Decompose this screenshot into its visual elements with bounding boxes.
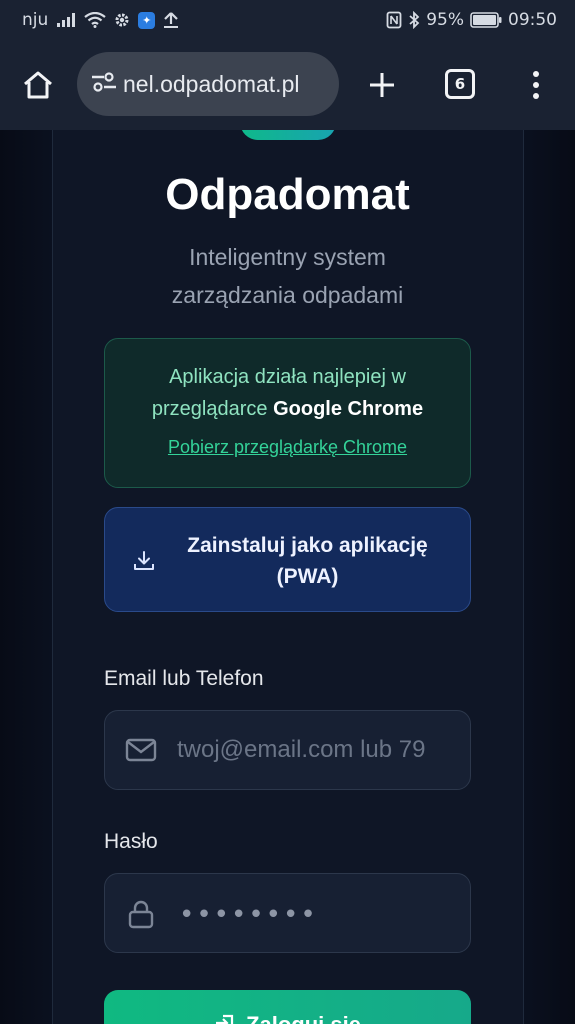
address-bar[interactable]: nel.odpadomat.pl <box>77 52 339 116</box>
install-pwa-label: Zainstaluj jako aplikację (PWA) <box>187 534 428 588</box>
password-label: Hasło <box>104 830 158 853</box>
browser-toolbar: nel.odpadomat.pl 6 <box>0 40 575 130</box>
chrome-notice-line1: Aplikacja działa najlepiej w <box>169 366 406 388</box>
gear-icon <box>114 12 130 28</box>
password-field[interactable]: •••••••• <box>104 873 471 953</box>
upload-icon <box>163 11 179 29</box>
new-tab-button[interactable] <box>362 65 402 105</box>
download-chrome-link[interactable]: Pobierz przeglądarkę Chrome <box>168 437 407 458</box>
status-bar: nju ✦ 95% 09:50 <box>0 0 575 40</box>
login-icon <box>214 1012 236 1024</box>
home-icon <box>24 71 52 99</box>
page-subtitle: Inteligentny system zarządzania odpadami <box>171 244 404 308</box>
install-pwa-button[interactable]: Zainstaluj jako aplikację (PWA) <box>104 507 471 612</box>
chrome-notice: Aplikacja działa najlepiej w przeglądarc… <box>104 338 471 488</box>
email-field-wrapper <box>104 710 471 790</box>
home-button[interactable] <box>18 65 58 105</box>
messenger-icon: ✦ <box>138 11 156 29</box>
email-label: Email lub Telefon <box>104 667 264 690</box>
plus-icon <box>370 73 394 97</box>
tab-switcher-button[interactable]: 6 <box>445 69 475 99</box>
download-icon <box>133 550 155 576</box>
lock-icon <box>125 899 157 933</box>
page-content: Odpadomat Inteligentny system zarządzani… <box>0 130 575 1024</box>
site-settings-icon[interactable] <box>89 70 119 98</box>
url-text: nel.odpadomat.pl <box>123 70 300 97</box>
page-title: Odpadomat <box>165 170 410 219</box>
email-input[interactable] <box>177 711 459 789</box>
logo-badge <box>240 130 336 140</box>
chrome-notice-line2: przeglądarce Google Chrome <box>151 398 424 420</box>
battery-percent: 95% <box>426 10 464 30</box>
signal-icon <box>56 12 76 28</box>
carrier-name: nju <box>22 10 49 30</box>
login-label: Zaloguj się <box>246 1012 361 1024</box>
wifi-icon <box>84 12 106 28</box>
login-button[interactable]: Zaloguj się <box>104 990 471 1024</box>
mail-icon <box>125 736 157 768</box>
password-value: •••••••• <box>179 900 318 930</box>
bluetooth-icon <box>408 11 420 29</box>
battery-icon <box>470 12 502 28</box>
nfc-icon <box>386 11 402 29</box>
clock: 09:50 <box>508 10 557 30</box>
more-menu-icon[interactable] <box>524 65 548 105</box>
